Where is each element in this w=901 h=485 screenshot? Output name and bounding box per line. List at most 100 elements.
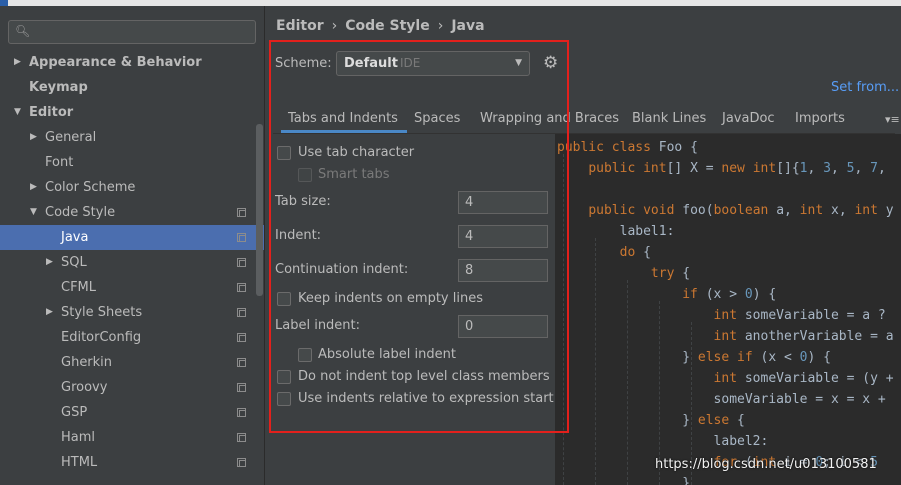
scheme-select[interactable]: Default IDE ▼ [336, 51, 530, 76]
sidebar-item-html[interactable]: HTML [0, 450, 264, 475]
no-indent-top-level-checkbox[interactable] [277, 370, 291, 384]
project-copy-icon [237, 408, 246, 417]
project-copy-icon [237, 383, 246, 392]
breadcrumb-separator: › [331, 18, 338, 34]
settings-search-input[interactable]: 🔍︎ [8, 20, 256, 44]
more-tabs-icon[interactable]: ▾≡ [885, 113, 900, 126]
breadcrumb: Editor › Code Style › Java [276, 18, 485, 34]
watermark: https://blog.csdn.net/u013100581 [655, 457, 877, 472]
tab-javadoc[interactable]: JavaDoc [722, 111, 775, 126]
sidebar-item-label: General [45, 130, 97, 145]
code-line: do { [619, 245, 651, 260]
tabs-and-indents-options: Use tab character Smart tabs Tab size: 4… [273, 134, 555, 485]
gear-icon[interactable]: ⚙ [543, 53, 558, 73]
use-tab-character-checkbox[interactable] [277, 146, 291, 160]
scheme-type: IDE [400, 56, 421, 70]
breadcrumb-editor: Editor [276, 18, 324, 34]
project-copy-icon [237, 433, 246, 442]
sidebar-item-label: GSP [61, 405, 88, 420]
sidebar-item-code-style[interactable]: ▼ Code Style [0, 200, 264, 225]
indent-field[interactable]: 4 [458, 225, 548, 248]
code-line: public void foo(boolean a, int x, int y [588, 203, 894, 218]
sidebar-item-label: Haml [61, 430, 96, 445]
tab-blank-lines[interactable]: Blank Lines [632, 111, 706, 126]
project-copy-icon [237, 308, 246, 317]
absolute-label-indent-checkbox[interactable] [298, 348, 312, 362]
sidebar-item-label: HTML [61, 455, 98, 470]
tab-imports[interactable]: Imports [795, 111, 845, 126]
sidebar-item-label: Appearance & Behavior [29, 55, 202, 70]
sidebar-item-style-sheets[interactable]: ▶ Style Sheets [0, 300, 264, 325]
set-from-link[interactable]: Set from... [831, 80, 899, 95]
keep-indents-empty-checkbox[interactable] [277, 292, 291, 306]
chevron-right-icon[interactable]: ▶ [14, 50, 21, 75]
sidebar-item-sql[interactable]: ▶ SQL [0, 250, 264, 275]
scheme-label: Scheme: [275, 56, 332, 71]
sidebar-item-color-scheme[interactable]: ▶ Color Scheme [0, 175, 264, 200]
project-copy-icon [237, 458, 246, 467]
sidebar-item-label: Color Scheme [45, 180, 136, 195]
sidebar-item-label: Editor [29, 105, 74, 120]
chevron-right-icon[interactable]: ▶ [30, 175, 37, 200]
continuation-indent-field[interactable]: 8 [458, 259, 548, 282]
sidebar-item-label: CFML [61, 280, 97, 295]
smart-tabs-label: Smart tabs [318, 167, 390, 182]
project-copy-icon [237, 333, 246, 342]
tab-size-label: Tab size: [275, 194, 331, 209]
sidebar-item-label: Gherkin [61, 355, 113, 370]
breadcrumb-java: Java [451, 18, 485, 34]
sidebar-scrollbar[interactable] [256, 124, 263, 296]
sidebar-item-java[interactable]: Java [0, 225, 264, 250]
project-copy-icon [237, 283, 246, 292]
indents-relative-checkbox[interactable] [277, 392, 291, 406]
code-line: public int[] X = new int[]{1, 3, 5, 7, [588, 161, 886, 176]
sidebar-item-gherkin[interactable]: Gherkin [0, 350, 264, 375]
settings-main-panel: Editor › Code Style › Java Scheme: Default I… [265, 6, 901, 485]
sidebar-item-general[interactable]: ▶ General [0, 125, 264, 150]
breadcrumb-code-style: Code Style [345, 18, 430, 34]
chevron-right-icon[interactable]: ▶ [30, 125, 37, 150]
sidebar-item-label: Font [45, 155, 74, 170]
sidebar-item-font[interactable]: Font [0, 150, 264, 175]
smart-tabs-checkbox[interactable] [298, 168, 312, 182]
code-line: label1: [619, 224, 675, 239]
project-copy-icon [237, 233, 246, 242]
sidebar-item-haml[interactable]: Haml [0, 425, 264, 450]
sidebar-item-label: SQL [61, 255, 87, 270]
breadcrumb-separator: › [437, 18, 444, 34]
code-preview: public class Foo { public int[] X = new … [555, 134, 901, 485]
sidebar-item-groovy[interactable]: Groovy [0, 375, 264, 400]
tab-spaces[interactable]: Spaces [414, 111, 460, 126]
code-line: } else { [557, 413, 745, 428]
keep-indents-empty-label: Keep indents on empty lines [298, 291, 483, 306]
code-line: label2: [713, 434, 769, 449]
chevron-down-icon[interactable]: ▼ [14, 100, 21, 125]
tab-wrapping-and-braces[interactable]: Wrapping and Braces [480, 111, 619, 126]
label-indent-label: Label indent: [275, 318, 361, 333]
chevron-right-icon[interactable]: ▶ [46, 300, 53, 325]
sidebar-item-label: Code Style [45, 205, 116, 220]
sidebar-item-appearance-behavior[interactable]: ▶ Appearance & Behavior [0, 50, 264, 75]
sidebar-item-keymap[interactable]: Keymap [0, 75, 264, 100]
tab-size-field[interactable]: 4 [458, 191, 548, 214]
code-line: if (x > 0) { [682, 287, 777, 302]
search-icon: 🔍︎ [15, 24, 31, 38]
continuation-indent-label: Continuation indent: [275, 262, 409, 277]
code-line: public class Foo { [557, 140, 698, 155]
sidebar-item-editor[interactable]: ▼ Editor [0, 100, 264, 125]
project-copy-icon [237, 258, 246, 267]
label-indent-field[interactable]: 0 [458, 315, 548, 338]
scheme-name: Default [344, 56, 398, 71]
tab-tabs-and-indents[interactable]: Tabs and Indents [288, 111, 398, 126]
sidebar-item-gsp[interactable]: GSP [0, 400, 264, 425]
sidebar-item-label: Java [61, 230, 89, 245]
sidebar-item-editorconfig[interactable]: EditorConfig [0, 325, 264, 350]
chevron-right-icon[interactable]: ▶ [46, 250, 53, 275]
sidebar-item-cfml[interactable]: CFML [0, 275, 264, 300]
sidebar-item-label: Style Sheets [61, 305, 143, 320]
use-tab-character-label: Use tab character [298, 145, 415, 160]
indents-relative-label: Use indents relative to expression start [298, 391, 554, 406]
chevron-down-icon: ▼ [515, 58, 522, 68]
chevron-down-icon[interactable]: ▼ [30, 200, 37, 225]
code-line: } [557, 476, 691, 485]
